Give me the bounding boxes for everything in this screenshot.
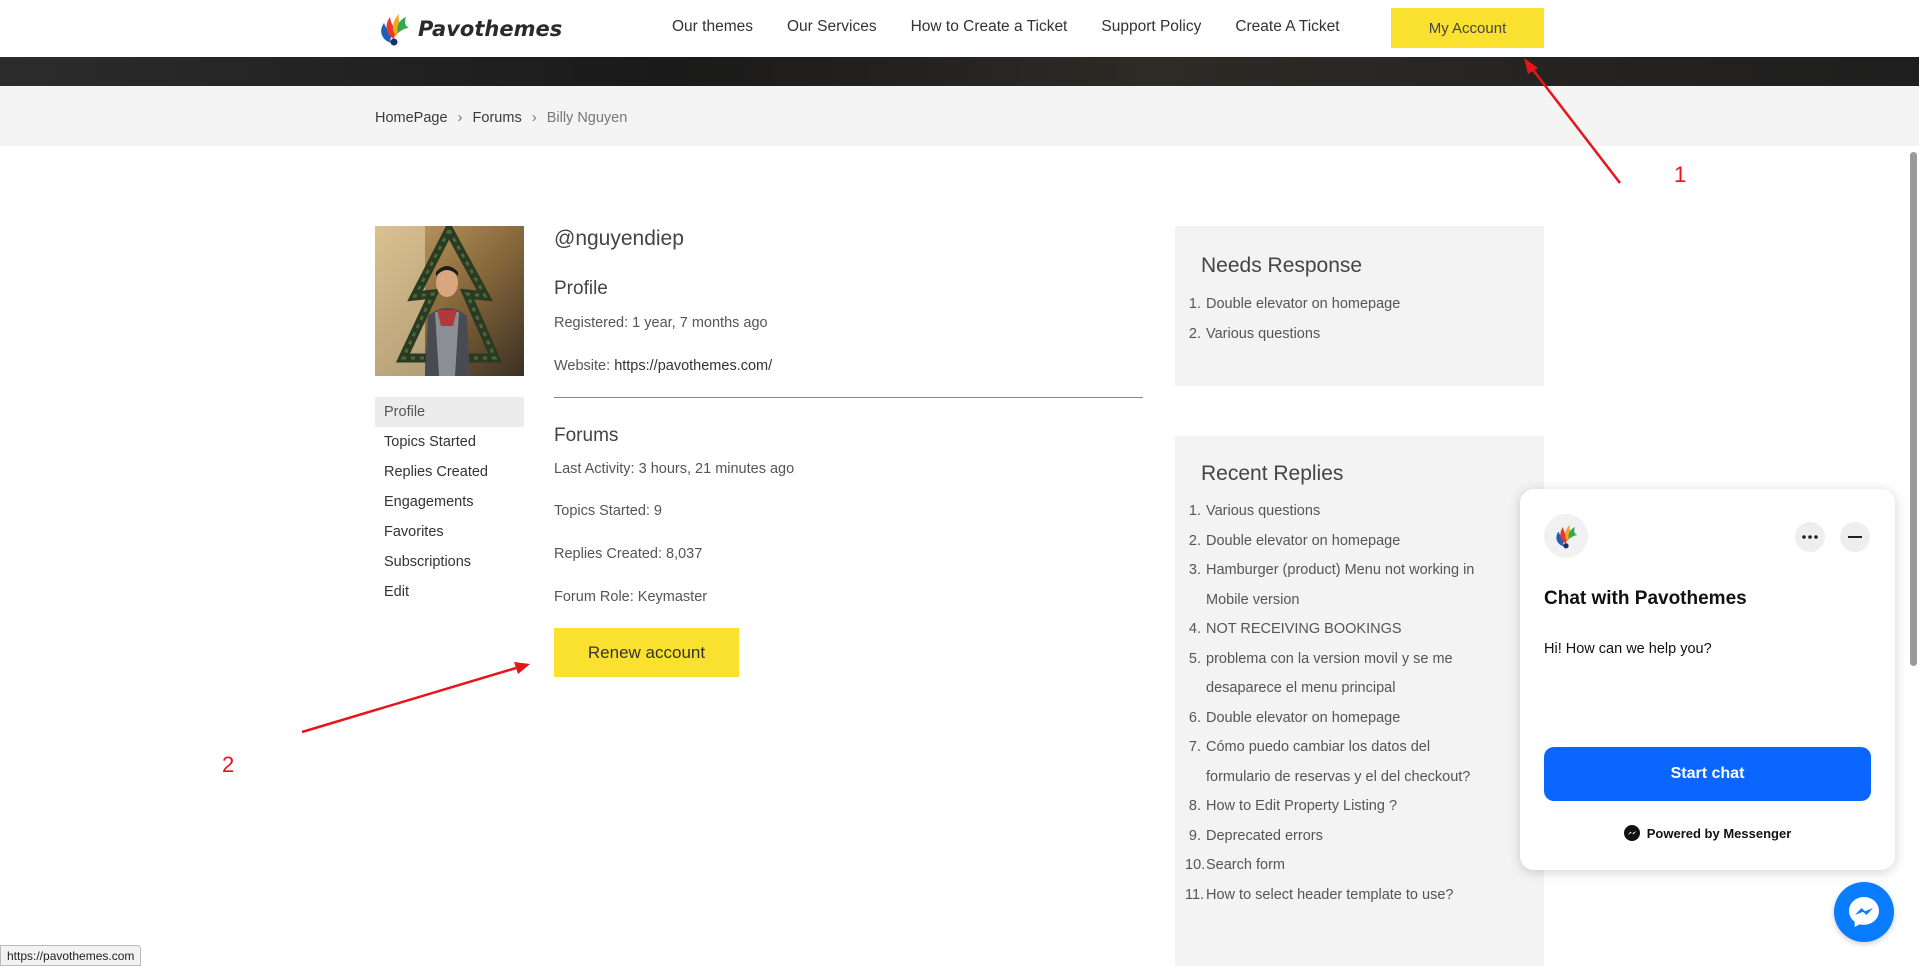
annotation-arrow-1 — [1529, 65, 1621, 184]
annotation-label-2: 2 — [222, 752, 235, 777]
annotation-label-1: 1 — [1674, 162, 1687, 187]
annotation-arrow-2 — [301, 666, 517, 734]
arrowhead-icon — [514, 662, 530, 674]
annotation-arrows — [301, 58, 1621, 734]
arrowhead-icon — [1524, 58, 1538, 74]
